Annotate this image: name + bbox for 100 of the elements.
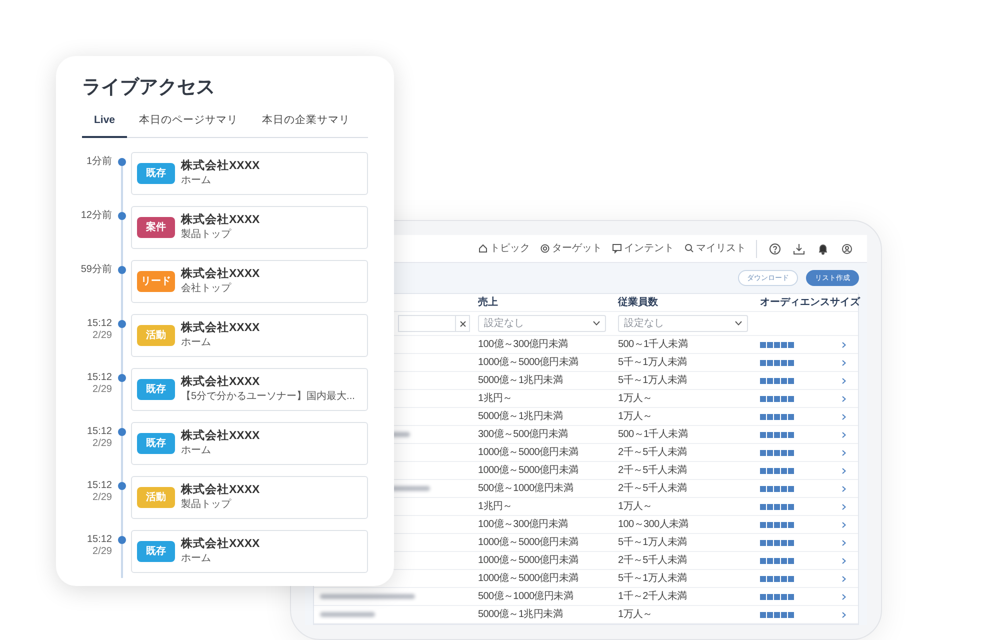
date-label: 2/29 (92, 546, 112, 558)
table-cell-text: 2千～5千人未満 (618, 554, 688, 568)
page-name: ホーム (181, 174, 212, 188)
table-cell-text: 500～1千人未満 (618, 338, 689, 352)
table-cell-text: 1000億～5000億円未満 (478, 572, 580, 586)
table-cell-text: 2千～5千人未満 (618, 446, 688, 460)
table-cell-text: 100億～300億円未満 (478, 338, 569, 352)
time-label: 15:12 (86, 534, 112, 546)
category-tag: 案件 (137, 217, 175, 238)
search-field[interactable] (398, 315, 456, 332)
table-cell-text: 1万人～ (618, 500, 654, 514)
chevron-right-icon (842, 540, 846, 546)
access-card[interactable]: 既存 株式会社XXXX ホーム (131, 152, 368, 195)
table-cell-text: 5000億～1兆円未満 (478, 608, 564, 622)
chevron-right-icon (842, 378, 846, 384)
column-header: 従業員数 (618, 296, 659, 310)
nav-link[interactable]: マイリスト (684, 241, 746, 256)
nav-link[interactable]: インテント (612, 241, 674, 256)
category-tag: 既存 (137, 379, 175, 400)
card-title: ライブアクセス (82, 76, 216, 100)
chat-icon (612, 243, 622, 254)
table-cell-text: 5千～1万人未満 (618, 536, 688, 550)
placeholder-text: 設定なし (484, 318, 524, 328)
chevron-right-icon (842, 432, 846, 438)
access-card[interactable]: 既存 株式会社XXXX ホーム (131, 530, 368, 573)
company-name: 株式会社XXXX (181, 267, 260, 282)
table-cell-text: 5000億～1兆円未満 (478, 374, 564, 388)
chevron-right-icon (842, 612, 846, 618)
page-name: 製品トップ (181, 228, 232, 242)
download-icon (793, 242, 805, 254)
placeholder-text: 設定なし (624, 318, 664, 328)
table-cell-text: 1000億～5000億円未満 (478, 356, 580, 370)
table-cell-text: 500億～1000億円未満 (478, 482, 574, 496)
access-card[interactable]: 既存 株式会社XXXX ホーム (131, 422, 368, 465)
company-name: 株式会社XXXX (181, 213, 260, 228)
user-icon (841, 242, 853, 254)
company-name: 株式会社XXXX (181, 483, 260, 498)
company-name: 株式会社XXXX (181, 159, 260, 174)
tab[interactable]: Live (82, 106, 128, 138)
date-label: 2/29 (92, 492, 112, 504)
category-tag: 既存 (137, 433, 175, 454)
category-tag: 活動 (137, 325, 175, 346)
table-cell-text: 5千～1万人未満 (618, 572, 688, 586)
page-name: 会社トップ (181, 282, 232, 296)
table-cell-text: 5千～1万人未満 (618, 356, 688, 370)
page-name: ホーム (181, 336, 212, 350)
blurred-text (320, 612, 375, 617)
table-cell-text: 100～300人未満 (618, 518, 690, 532)
access-card[interactable]: 活動 株式会社XXXX 製品トップ (131, 476, 368, 519)
table-cell-text: 1000億～5000億円未満 (478, 446, 580, 460)
access-card[interactable]: 案件 株式会社XXXX 製品トップ (131, 206, 368, 249)
date-label: 2/29 (92, 330, 112, 342)
nav-link[interactable]: ターゲット (540, 241, 602, 256)
column-header: 売上 (478, 296, 499, 310)
table-cell-text: 5千～1万人未満 (618, 374, 688, 388)
table-cell-text: 1000億～5000億円未満 (478, 464, 580, 478)
table-cell-text: 2千～5千人未満 (618, 482, 688, 496)
search-icon (684, 243, 694, 254)
time-label: 1分前 (86, 156, 112, 168)
table-cell-text: 1千～2千人未満 (618, 590, 688, 604)
company-name: 株式会社XXXX (181, 537, 260, 552)
table-cell-text: 5000億～1兆円未満 (478, 410, 564, 424)
chevron-right-icon (842, 396, 846, 402)
table-cell-text: 1万人～ (618, 410, 654, 424)
column-header: オーディエンスサイズ (760, 296, 860, 310)
access-card[interactable]: 既存 株式会社XXXX 【5分で分かるユーソナー】国内最大... (131, 368, 368, 411)
page-name: ホーム (181, 552, 212, 566)
help-icon (769, 242, 781, 254)
clear-button[interactable] (456, 315, 470, 332)
chevron-right-icon (842, 468, 846, 474)
chevron-right-icon (842, 576, 846, 582)
time-label: 12分前 (80, 210, 112, 222)
table-cell-text: 1兆円～ (478, 500, 514, 514)
company-name: 株式会社XXXX (181, 375, 261, 390)
time-label: 15:12 (86, 480, 112, 492)
close-icon (460, 320, 466, 326)
date-label: 2/29 (92, 438, 112, 450)
category-tag: リード (137, 271, 175, 292)
access-card[interactable]: 活動 株式会社XXXX ホーム (131, 314, 368, 357)
company-name: 株式会社XXXX (181, 321, 260, 336)
table-cell-text: 1000億～5000億円未満 (478, 536, 580, 550)
table-cell-text: 300億～500億円未満 (478, 428, 569, 442)
time-label: 15:12 (86, 372, 112, 384)
nav-link[interactable]: トピック (478, 241, 530, 256)
icon-button[interactable] (767, 240, 783, 256)
table-cell-text: 500億～1000億円未満 (478, 590, 574, 604)
page-name: 【5分で分かるユーソナー】国内最大... (181, 390, 355, 404)
tab[interactable]: 本日のページサマリ (127, 106, 250, 138)
chevron-right-icon (842, 486, 846, 492)
page-name: ホーム (181, 444, 212, 458)
table-cell-text: 100億～300億円未満 (478, 518, 569, 532)
table-cell-text: 2千～5千人未満 (618, 464, 688, 478)
chevron-right-icon (842, 450, 846, 456)
table-cell-text: 500～1千人未満 (618, 428, 689, 442)
tab[interactable]: 本日の企業サマリ (250, 106, 362, 138)
chevron-down-icon (593, 321, 600, 326)
chevron-right-icon (842, 558, 846, 564)
category-tag: 既存 (137, 163, 175, 184)
bell-icon (817, 242, 829, 254)
chevron-right-icon (842, 342, 846, 348)
